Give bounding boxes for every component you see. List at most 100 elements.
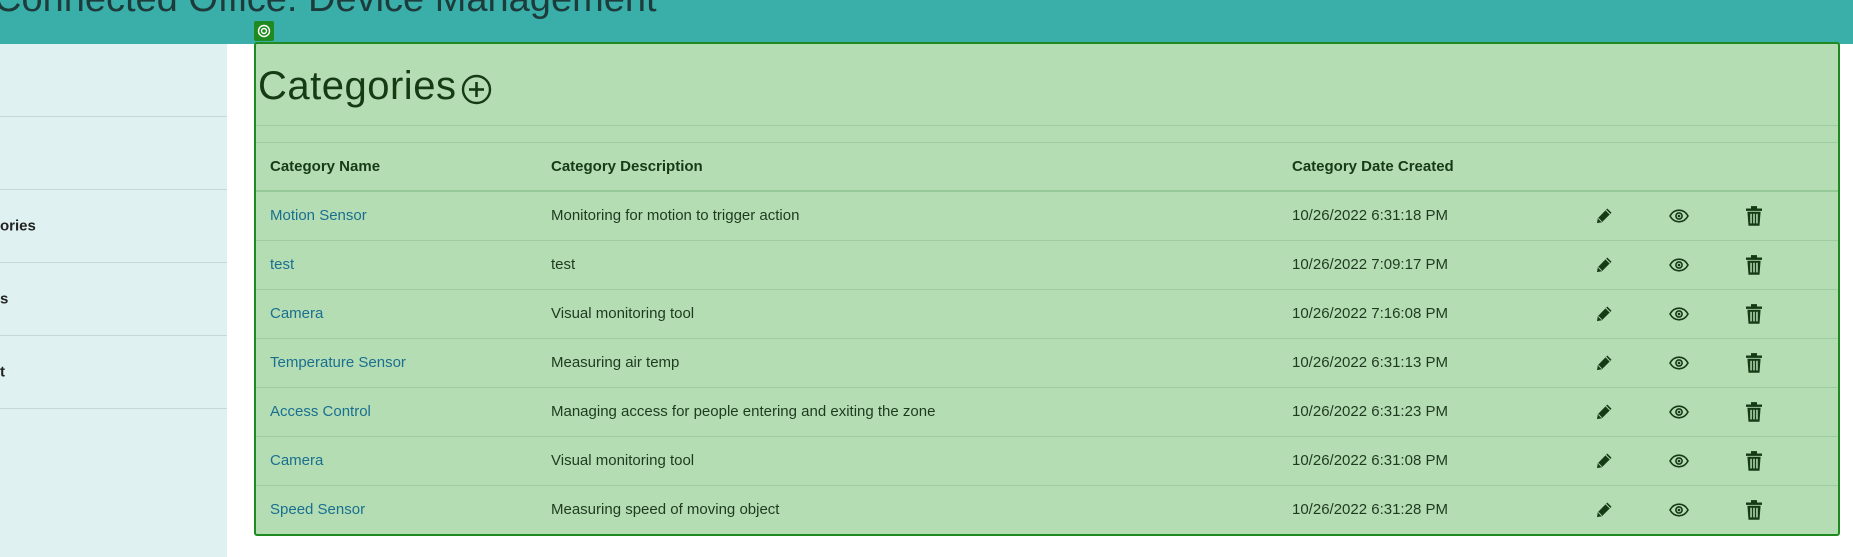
category-name-cell: Camera bbox=[256, 289, 537, 339]
view-button[interactable] bbox=[1669, 453, 1689, 468]
category-name-cell: Camera bbox=[256, 436, 537, 486]
category-name-link[interactable]: Camera bbox=[270, 305, 323, 322]
panel-header: Categories bbox=[256, 44, 1838, 126]
table-row: Camera Visual monitoring tool 10/26/2022… bbox=[256, 436, 1838, 486]
category-name-link[interactable]: Camera bbox=[270, 452, 323, 469]
view-button[interactable] bbox=[1669, 306, 1689, 321]
categories-table: Category Name Category Description Categ… bbox=[256, 143, 1838, 534]
category-name-cell: Temperature Sensor bbox=[256, 338, 537, 388]
category-name-link[interactable]: Speed Sensor bbox=[270, 501, 365, 518]
delete-button[interactable] bbox=[1745, 450, 1763, 471]
sidebar-item-label: ories bbox=[0, 217, 36, 235]
category-name-link[interactable]: Temperature Sensor bbox=[270, 354, 406, 371]
trash-icon bbox=[1746, 401, 1762, 422]
eye-icon bbox=[1669, 404, 1689, 419]
view-button[interactable] bbox=[1669, 257, 1689, 272]
category-description-cell: Managing access for people entering and … bbox=[537, 387, 1278, 437]
add-category-button[interactable] bbox=[461, 74, 492, 105]
column-header-actions bbox=[1595, 143, 1838, 192]
sidebar-item-1[interactable] bbox=[0, 44, 227, 117]
categories-panel: Categories Category Name Category Descri… bbox=[254, 42, 1840, 536]
delete-button[interactable] bbox=[1745, 205, 1763, 226]
eye-icon bbox=[1669, 306, 1689, 321]
sidebar-item-label: s bbox=[0, 290, 9, 308]
target-icon bbox=[257, 24, 271, 38]
pencil-icon bbox=[1597, 257, 1612, 272]
category-date-cell: 10/26/2022 6:31:13 PM bbox=[1278, 338, 1595, 388]
table-row: Access Control Managing access for peopl… bbox=[256, 387, 1838, 437]
sidebar: ories s t bbox=[0, 44, 227, 557]
category-description-cell: Visual monitoring tool bbox=[537, 436, 1278, 486]
inspector-badge[interactable] bbox=[254, 21, 274, 41]
pencil-icon bbox=[1597, 208, 1612, 223]
actions-cell bbox=[1595, 387, 1838, 437]
category-name-link[interactable]: Motion Sensor bbox=[270, 207, 367, 224]
eye-icon bbox=[1669, 209, 1689, 223]
actions-cell bbox=[1595, 240, 1838, 290]
trash-icon bbox=[1746, 499, 1762, 520]
table-header-row: Category Name Category Description Categ… bbox=[256, 143, 1838, 192]
category-description-cell: test bbox=[537, 240, 1278, 290]
delete-button[interactable] bbox=[1745, 303, 1763, 324]
eye-icon bbox=[1669, 257, 1689, 272]
delete-button[interactable] bbox=[1745, 401, 1763, 422]
table-row: Speed Sensor Measuring speed of moving o… bbox=[256, 485, 1838, 534]
category-name-cell: Speed Sensor bbox=[256, 485, 537, 534]
edit-button[interactable] bbox=[1595, 207, 1613, 225]
category-date-cell: 10/26/2022 7:09:17 PM bbox=[1278, 240, 1595, 290]
circle-plus-icon bbox=[461, 74, 492, 105]
category-description-cell: Measuring speed of moving object bbox=[551, 501, 780, 519]
pencil-icon bbox=[1597, 404, 1612, 419]
table-row: Camera Visual monitoring tool 10/26/2022… bbox=[256, 289, 1838, 339]
sidebar-item-4[interactable]: s bbox=[0, 263, 227, 336]
pencil-icon bbox=[1597, 355, 1612, 370]
category-name-link[interactable]: test bbox=[270, 256, 294, 273]
table-row: Motion Sensor Monitoring for motion to t… bbox=[256, 191, 1838, 241]
table-row: Temperature Sensor Measuring air temp 10… bbox=[256, 338, 1838, 388]
sidebar-item-categories[interactable]: ories bbox=[0, 190, 227, 263]
trash-icon bbox=[1746, 352, 1762, 373]
column-header-description[interactable]: Category Description bbox=[537, 143, 1278, 192]
category-name-link[interactable]: Access Control bbox=[270, 403, 371, 420]
actions-cell bbox=[1595, 338, 1838, 388]
column-header-name[interactable]: Category Name bbox=[256, 143, 537, 192]
category-name-cell: Access Control bbox=[256, 387, 537, 437]
eye-icon bbox=[1669, 503, 1689, 517]
view-button[interactable] bbox=[1669, 503, 1689, 517]
top-bar: Connected Office: Device Management bbox=[0, 0, 1853, 44]
eye-icon bbox=[1669, 355, 1689, 370]
category-name-cell: Motion Sensor bbox=[256, 191, 537, 241]
category-date-cell: 10/26/2022 6:31:23 PM bbox=[1278, 387, 1595, 437]
edit-button[interactable] bbox=[1595, 403, 1613, 421]
app-title: Connected Office: Device Management bbox=[0, 0, 657, 21]
category-date-cell: 10/26/2022 6:31:18 PM bbox=[1278, 191, 1595, 241]
edit-button[interactable] bbox=[1595, 256, 1613, 274]
actions-cell bbox=[1595, 436, 1838, 486]
category-description-cell: Measuring air temp bbox=[537, 338, 1278, 388]
delete-button[interactable] bbox=[1745, 254, 1763, 275]
table-row: test test 10/26/2022 7:09:17 PM bbox=[256, 240, 1838, 290]
sidebar-item-5[interactable]: t bbox=[0, 336, 227, 409]
actions-cell bbox=[1595, 191, 1838, 241]
pencil-icon bbox=[1597, 453, 1612, 468]
delete-button[interactable] bbox=[1745, 499, 1763, 520]
trash-icon bbox=[1746, 205, 1762, 226]
category-date-cell: 10/26/2022 7:16:08 PM bbox=[1278, 289, 1595, 339]
sidebar-item-2[interactable] bbox=[0, 117, 227, 190]
column-header-date-created[interactable]: Category Date Created bbox=[1278, 143, 1595, 192]
trash-icon bbox=[1746, 450, 1762, 471]
view-button[interactable] bbox=[1669, 355, 1689, 370]
trash-icon bbox=[1746, 303, 1762, 324]
eye-icon bbox=[1669, 453, 1689, 468]
edit-button[interactable] bbox=[1595, 452, 1613, 470]
actions-cell bbox=[1595, 289, 1838, 339]
edit-button[interactable] bbox=[1595, 354, 1613, 372]
view-button[interactable] bbox=[1669, 209, 1689, 223]
view-button[interactable] bbox=[1669, 404, 1689, 419]
edit-button[interactable] bbox=[1595, 305, 1613, 323]
edit-button[interactable] bbox=[1595, 501, 1613, 519]
category-name-cell: test bbox=[256, 240, 537, 290]
delete-button[interactable] bbox=[1745, 352, 1763, 373]
actions-cell bbox=[1595, 485, 1838, 534]
category-description-cell: Visual monitoring tool bbox=[537, 289, 1278, 339]
